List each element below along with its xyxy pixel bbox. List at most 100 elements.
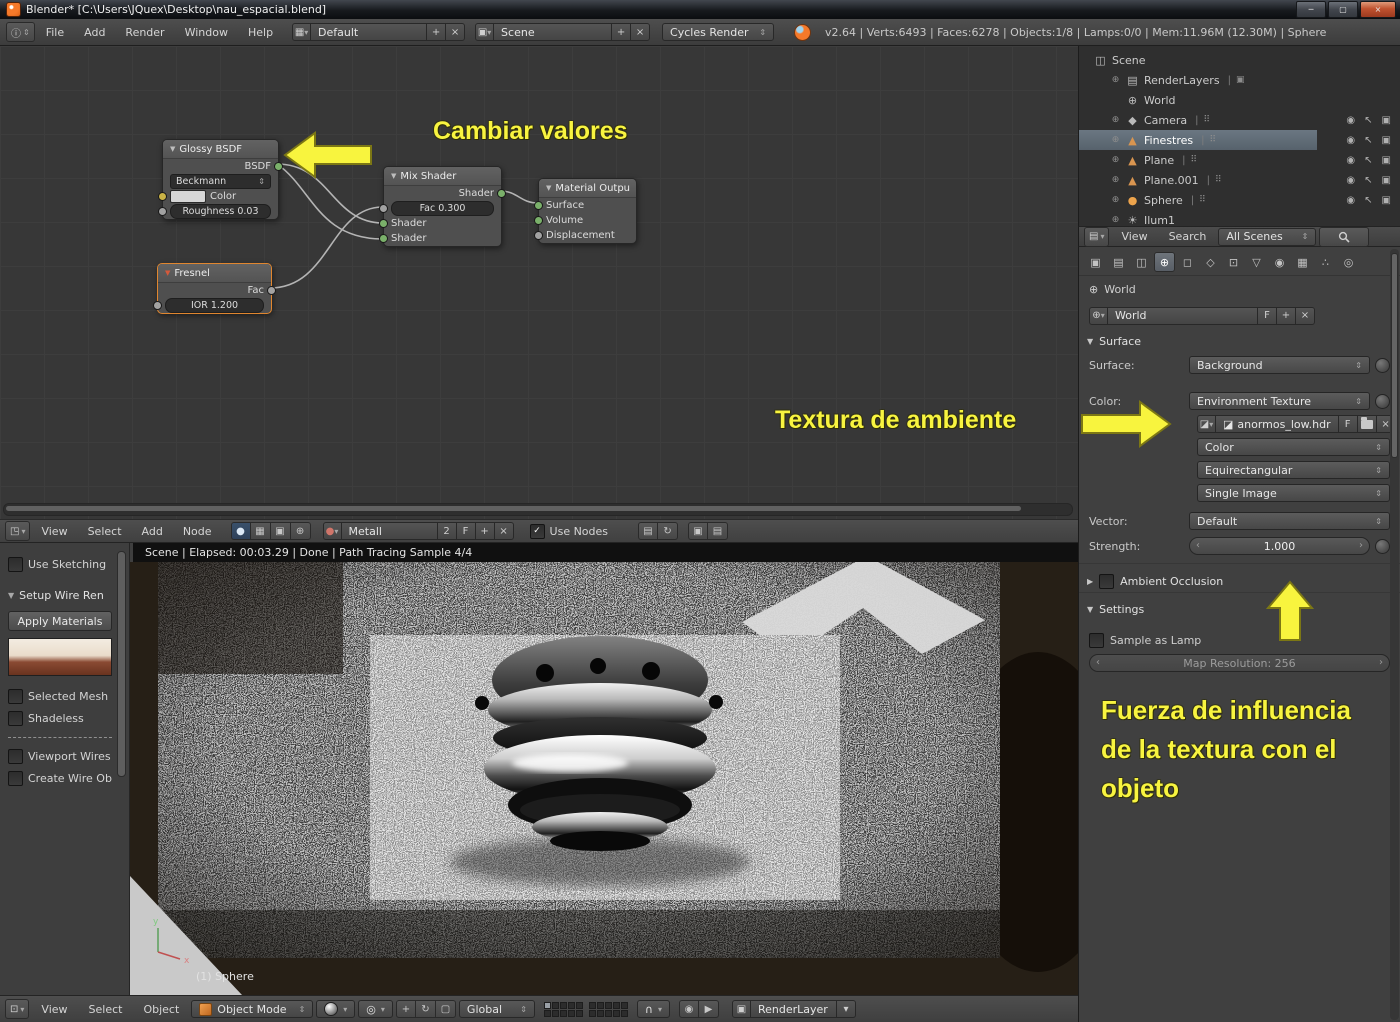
slider-right-arrow[interactable]: › — [1379, 655, 1383, 671]
screen-browse-button[interactable]: ▦ ▾ — [292, 23, 311, 41]
color-input-socket[interactable] — [158, 192, 167, 201]
ambient-occlusion-checkbox[interactable] — [1099, 574, 1114, 589]
render-engine-select[interactable]: Cycles Render ⇕ — [662, 23, 774, 41]
tab-render[interactable]: ▣ — [1085, 252, 1106, 272]
screen-name-field[interactable]: Default — [311, 23, 427, 41]
expander-icon[interactable]: ⊕ — [1110, 155, 1121, 165]
image-browse-button[interactable]: ◪ ▾ — [1197, 415, 1216, 433]
node-header[interactable]: ▼ Glossy BSDF — [163, 140, 278, 159]
node-editor-type-button[interactable]: ◳ ▾ — [5, 521, 30, 541]
chevron-down-icon[interactable]: ▾ — [837, 1000, 856, 1018]
tab-physics[interactable]: ◎ — [1338, 252, 1359, 272]
compositing-nodes-button[interactable]: ▣ — [271, 522, 291, 540]
restrict-view-icon[interactable]: ◉ — [1346, 195, 1355, 206]
backdrop-icon[interactable]: ▤ — [638, 522, 658, 540]
menu-view[interactable]: View — [1112, 230, 1156, 243]
projection-select[interactable]: Equirectangular ⇕ — [1197, 461, 1390, 479]
use-nodes-checkbox[interactable]: ✓ — [530, 524, 545, 539]
ior-input-socket[interactable] — [153, 301, 162, 310]
use-nodes-toggle[interactable]: ✓ Use Nodes — [530, 524, 609, 539]
collapse-icon[interactable]: ▼ — [546, 184, 551, 192]
restrict-select-icon[interactable]: ↖ — [1364, 175, 1372, 186]
material-add-button[interactable]: + — [476, 522, 495, 540]
node-glossy-bsdf[interactable]: ▼ Glossy BSDF BSDF Beckmann ⇕ Color — [162, 139, 279, 220]
distribution-select[interactable]: Beckmann ⇕ — [170, 174, 271, 189]
outliner-item-plane001[interactable]: ⊕ ▲ Plane.001 | ⠿ ◉ ↖ ▣ — [1079, 170, 1400, 190]
slider-right-arrow[interactable]: › — [1359, 538, 1363, 554]
tab-object[interactable]: ◻ — [1177, 252, 1198, 272]
restrict-render-icon[interactable]: ▣ — [1382, 175, 1391, 186]
fake-user-button[interactable]: F — [457, 522, 476, 540]
vector-select[interactable]: Default ⇕ — [1189, 512, 1390, 530]
manipulator-scale-icon[interactable]: ▢ — [436, 1000, 456, 1018]
keyframe-dot-button[interactable] — [1375, 358, 1390, 373]
tab-modifiers[interactable]: ⊡ — [1223, 252, 1244, 272]
menu-help[interactable]: Help — [239, 26, 282, 39]
menu-add[interactable]: Add — [75, 26, 114, 39]
node-material-output[interactable]: ▼ Material Outpu Surface Volume Displace… — [538, 178, 637, 244]
menu-select[interactable]: Select — [80, 1003, 132, 1016]
restrict-select-icon[interactable]: ↖ — [1364, 135, 1372, 146]
selected-mesh-checkbox[interactable] — [8, 689, 23, 704]
outliner-item-camera[interactable]: ⊕ ◆ Camera | ⠿ ◉ ↖ ▣ — [1079, 110, 1400, 130]
window-titlebar[interactable]: Blender* [C:\Users\JQuex\Desktop\nau_esp… — [0, 0, 1400, 19]
menu-object[interactable]: Object — [134, 1003, 188, 1016]
scene-add-button[interactable]: + — [612, 23, 631, 41]
tab-world[interactable]: ⊕ — [1154, 252, 1175, 272]
texture-nodes-button[interactable]: ▦ — [251, 522, 271, 540]
copy-nodes-icon[interactable]: ▣ — [688, 522, 708, 540]
tab-constraints[interactable]: ◇ — [1200, 252, 1221, 272]
roughness-input-socket[interactable] — [158, 207, 167, 216]
node-fresnel[interactable]: ▼ Fresnel Fac IOR 1.200 — [157, 263, 272, 314]
slider-left-arrow[interactable]: ‹ — [1096, 655, 1100, 671]
expander-icon[interactable]: ⊕ — [1110, 215, 1121, 225]
keyframe-dot-button[interactable] — [1375, 394, 1390, 409]
outliner-item-finestres[interactable]: ⊕ ▲ Finestres | ⠿ ◉ ↖ ▣ — [1079, 130, 1400, 150]
renderlayer-field[interactable]: RenderLayer — [751, 1000, 837, 1018]
minimize-button[interactable]: ─ — [1296, 1, 1326, 18]
snap-select[interactable]: ∩ ▾ — [637, 1000, 670, 1018]
restrict-select-icon[interactable]: ↖ — [1364, 115, 1372, 126]
world-browse-button[interactable]: ⊕ ▾ — [1089, 307, 1108, 325]
menu-select[interactable]: Select — [79, 525, 131, 538]
outliner-item-plane[interactable]: ⊕ ▲ Plane | ⠿ ◉ ↖ ▣ — [1079, 150, 1400, 170]
bsdf-output-socket[interactable] — [274, 162, 283, 171]
tab-material[interactable]: ◉ — [1269, 252, 1290, 272]
use-sketching-toggle[interactable]: Use Sketching — [8, 557, 121, 572]
node-header[interactable]: ▼ Fresnel — [158, 264, 271, 283]
shader2-input-socket[interactable] — [379, 234, 388, 243]
roughness-slider[interactable]: Roughness 0.03 — [170, 204, 271, 219]
close-button[interactable]: × — [1360, 1, 1396, 18]
ior-slider[interactable]: IOR 1.200 — [165, 298, 264, 313]
expander-icon[interactable]: ⊕ — [1110, 135, 1121, 145]
material-browse-button[interactable]: ● ▾ — [323, 522, 342, 540]
image-source-select[interactable]: Single Image ⇕ — [1197, 484, 1390, 502]
auto-refresh-icon[interactable]: ↻ — [658, 522, 678, 540]
slider-left-arrow[interactable]: ‹ — [1196, 538, 1200, 554]
setup-wire-panel-header[interactable]: ▼ Setup Wire Ren — [8, 589, 121, 602]
search-button[interactable] — [1319, 227, 1369, 247]
expander-icon[interactable]: ⊕ — [1110, 115, 1121, 125]
create-wire-checkbox[interactable] — [8, 771, 23, 786]
volume-input-socket[interactable] — [534, 216, 543, 225]
menu-file[interactable]: File — [37, 26, 73, 39]
restrict-view-icon[interactable]: ◉ — [1346, 155, 1355, 166]
restrict-view-icon[interactable]: ◉ — [1346, 135, 1355, 146]
viewport-shading-select[interactable]: ▾ — [316, 1000, 355, 1018]
keyframe-dot-button[interactable] — [1375, 539, 1390, 554]
color-space-select[interactable]: Color ⇕ — [1197, 438, 1390, 456]
world-nodes-button[interactable]: ⊕ — [291, 522, 311, 540]
screen-delete-button[interactable]: × — [446, 23, 465, 41]
opengl-render-anim-icon[interactable]: ▶ — [699, 1000, 719, 1018]
sample-as-lamp-checkbox[interactable] — [1089, 633, 1104, 648]
node-editor-hscrollbar[interactable] — [3, 503, 1073, 516]
layers-grid-b[interactable] — [589, 1002, 628, 1017]
outliner-item-world[interactable]: ⊕ World — [1079, 90, 1400, 110]
collapse-icon[interactable]: ▼ — [391, 172, 396, 180]
fac-slider[interactable]: Fac 0.300 — [391, 201, 494, 216]
color-swatch[interactable] — [170, 190, 206, 203]
pivot-select[interactable]: ◎ ▾ — [358, 1000, 393, 1018]
renderlayer-camera-icon[interactable]: ▣ — [732, 1000, 751, 1018]
tab-scene[interactable]: ◫ — [1131, 252, 1152, 272]
restrict-select-icon[interactable]: ↖ — [1364, 155, 1372, 166]
